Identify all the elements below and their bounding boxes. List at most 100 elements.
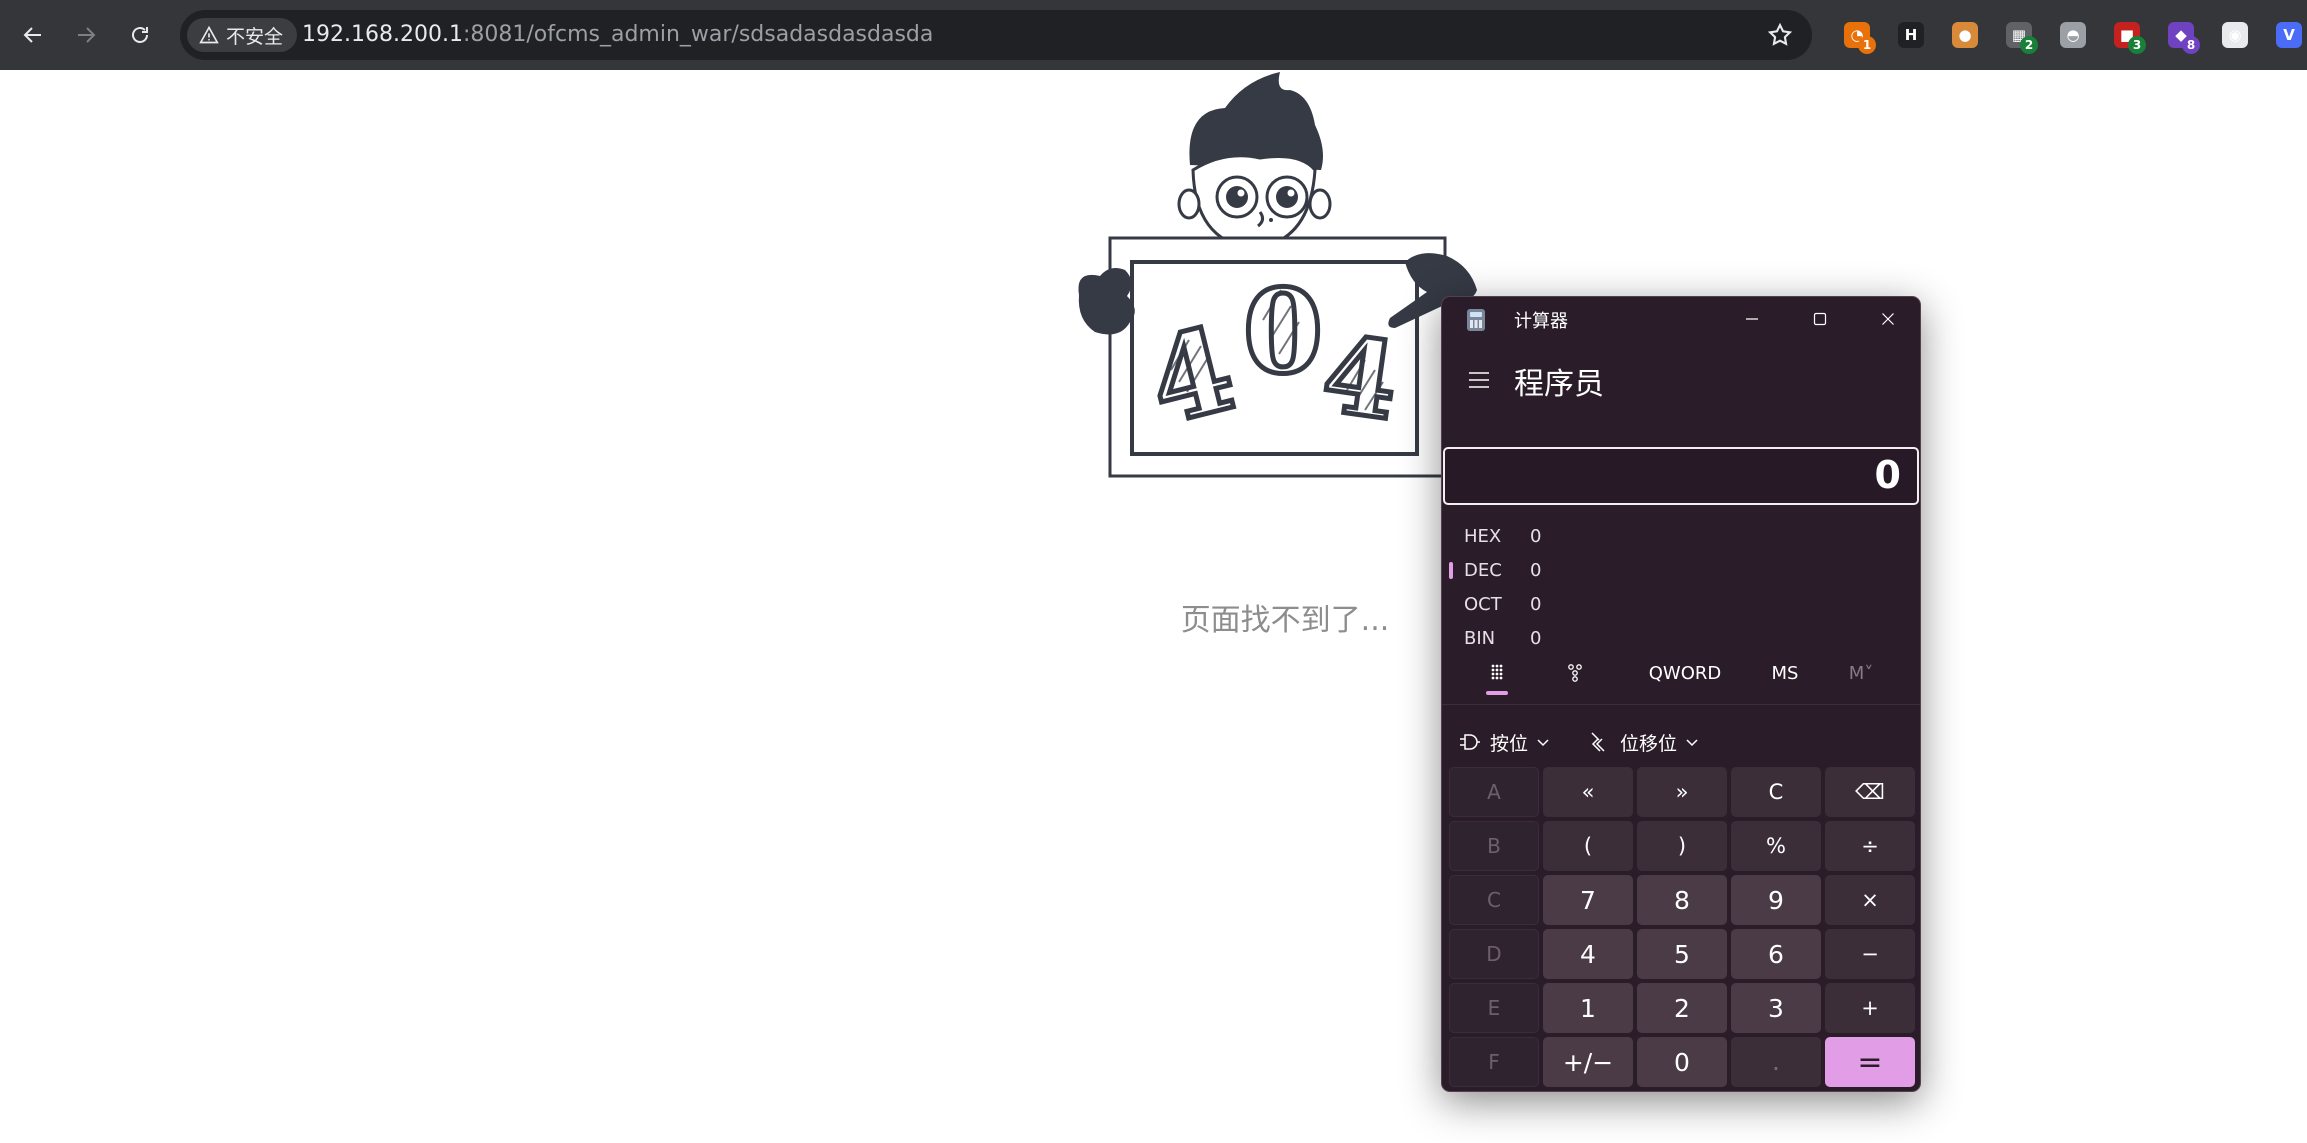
url-text[interactable]: 192.168.200.1:8081/ofcms_admin_war/sdsad… (302, 10, 933, 60)
radix-value: 0 (1530, 560, 1542, 581)
hat-extension-icon-glyph: ◓ (2060, 22, 2086, 48)
close-button[interactable] (1854, 297, 1920, 341)
qr-extension-icon[interactable]: ▦ 2 (1998, 14, 2040, 56)
forward-button[interactable] (68, 17, 104, 53)
radix-value: 0 (1530, 628, 1542, 649)
digit-4-key[interactable]: 4 (1543, 929, 1633, 979)
tab-bit-toggling-keypad[interactable] (1542, 647, 1608, 699)
hex-key-d[interactable]: D (1449, 929, 1539, 979)
h-extension-icon[interactable]: H (1890, 14, 1932, 56)
divide-key[interactable]: ÷ (1825, 821, 1915, 871)
cookie-extension-icon[interactable]: ● (1944, 14, 1986, 56)
radix-value: 0 (1530, 526, 1542, 547)
digit-7-key[interactable]: 7 (1543, 875, 1633, 925)
shift-left-key[interactable]: « (1543, 767, 1633, 817)
reload-icon (132, 27, 148, 43)
bookmark-star-icon[interactable] (1766, 21, 1794, 49)
negate-key[interactable]: +/− (1543, 1037, 1633, 1087)
multiply-key[interactable]: × (1825, 875, 1915, 925)
extension-badge: 8 (2182, 36, 2200, 54)
svg-text:0: 0 (1243, 265, 1323, 400)
browser-toolbar: 不安全 192.168.200.1:8081/ofcms_admin_war/s… (0, 0, 2307, 70)
open-paren-key[interactable]: ( (1543, 821, 1633, 871)
hex-key-c[interactable]: C (1449, 875, 1539, 925)
security-label: 不安全 (226, 25, 284, 48)
radix-name: HEX (1464, 526, 1502, 547)
extension-badge: 3 (2128, 36, 2146, 54)
purple-shape-extension-icon[interactable]: ◆ 8 (2160, 14, 2202, 56)
active-tab-indicator (1486, 691, 1508, 695)
calculator-display: 0 (1443, 447, 1919, 505)
calculator-keypad: A «» C ⌫ B()% ÷ C 7 8 9 × D 4 5 6− E 1 2 3 + F +/− 0. = (1449, 767, 1915, 1087)
extension-badge: 1 (1858, 36, 1876, 54)
decimal-key[interactable]: . (1731, 1037, 1821, 1087)
extensions-bar: ◔ 1 H ● ▦ 2 ◓ ■ 3 ◆ 8 ◉ V (1836, 14, 2307, 56)
memory-store-button[interactable]: MS (1752, 647, 1818, 699)
security-chip[interactable]: 不安全 (187, 18, 298, 52)
not-found-message: 页面找不到了... (1180, 603, 1390, 638)
address-bar[interactable]: 不安全 192.168.200.1:8081/ofcms_admin_war/s… (180, 10, 1812, 60)
modulo-key[interactable]: % (1731, 821, 1821, 871)
bit-shift-icon (1591, 732, 1605, 752)
clear-key[interactable]: C (1731, 767, 1821, 817)
radix-row-hex[interactable]: HEX 0 (1442, 519, 1920, 553)
bitshift-label: 位移位 (1620, 732, 1678, 755)
reload-button[interactable] (122, 17, 158, 53)
radix-name: DEC (1464, 560, 1502, 581)
digit-0-key[interactable]: 0 (1637, 1037, 1727, 1087)
close-paren-key[interactable]: ) (1637, 821, 1727, 871)
timer-extension-icon[interactable]: ◔ 1 (1836, 14, 1878, 56)
digit-1-key[interactable]: 1 (1543, 983, 1633, 1033)
shift-right-key[interactable]: » (1637, 767, 1727, 817)
hex-key-a[interactable]: A (1449, 767, 1539, 817)
calculator-window: 计算器 程序员 0 HEX0DEC0OCT0BIN0 QWORD (1441, 296, 1921, 1092)
digit-5-key[interactable]: 5 (1637, 929, 1727, 979)
chevron-down-icon (1686, 739, 1698, 747)
word-size-button[interactable]: QWORD (1632, 647, 1738, 699)
calculator-app-icon (1467, 309, 1485, 331)
hex-key-b[interactable]: B (1449, 821, 1539, 871)
backspace-key[interactable]: ⌫ (1825, 767, 1915, 817)
radix-row-dec[interactable]: DEC 0 (1442, 553, 1920, 587)
keypad-grid-icon (1491, 664, 1503, 680)
subtract-key[interactable]: − (1825, 929, 1915, 979)
display-value: 0 (1874, 453, 1901, 497)
add-key[interactable]: + (1825, 983, 1915, 1033)
v-extension-icon-glyph: V (2276, 22, 2302, 48)
digit-8-key[interactable]: 8 (1637, 875, 1727, 925)
digit-3-key[interactable]: 3 (1731, 983, 1821, 1033)
maximize-button[interactable] (1786, 297, 1854, 341)
hat-extension-icon[interactable]: ◓ (2052, 14, 2094, 56)
calculator-title: 计算器 (1514, 311, 1568, 332)
digit-9-key[interactable]: 9 (1731, 875, 1821, 925)
hex-key-f[interactable]: F (1449, 1037, 1539, 1087)
tab-full-keypad[interactable] (1464, 647, 1530, 699)
hamburger-icon (1469, 372, 1489, 388)
logic-gate-icon (1460, 734, 1480, 750)
memory-view-button[interactable]: M˅ (1828, 647, 1894, 699)
active-radix-indicator (1449, 562, 1453, 579)
calculator-mode-title: 程序员 (1514, 367, 1604, 402)
glasses-extension-icon[interactable]: ◉ (2214, 14, 2256, 56)
maximize-icon (1813, 312, 1827, 326)
bitshift-dropdown[interactable]: 位移位 (1588, 717, 1699, 767)
digit-6-key[interactable]: 6 (1731, 929, 1821, 979)
radix-value: 0 (1530, 594, 1542, 615)
digit-2-key[interactable]: 2 (1637, 983, 1727, 1033)
arrow-right-icon (78, 27, 96, 43)
red-box-extension-icon[interactable]: ■ 3 (2106, 14, 2148, 56)
memory-toolbar: QWORD MS M˅ (1442, 647, 1920, 699)
calculator-titlebar[interactable]: 计算器 (1442, 297, 1920, 341)
bitwise-dropdown[interactable]: 按位 (1458, 717, 1550, 767)
hex-key-e[interactable]: E (1449, 983, 1539, 1033)
equals-key[interactable]: = (1825, 1037, 1915, 1087)
back-button[interactable] (15, 17, 51, 53)
glasses-extension-icon-glyph: ◉ (2222, 22, 2248, 48)
v-extension-icon[interactable]: V (2268, 14, 2307, 56)
navigation-menu-button[interactable] (1462, 363, 1496, 397)
minimize-icon (1746, 318, 1758, 320)
bitwise-label: 按位 (1490, 732, 1529, 755)
radix-row-oct[interactable]: OCT 0 (1442, 587, 1920, 621)
minimize-button[interactable] (1718, 297, 1786, 341)
radix-name: BIN (1464, 628, 1496, 649)
